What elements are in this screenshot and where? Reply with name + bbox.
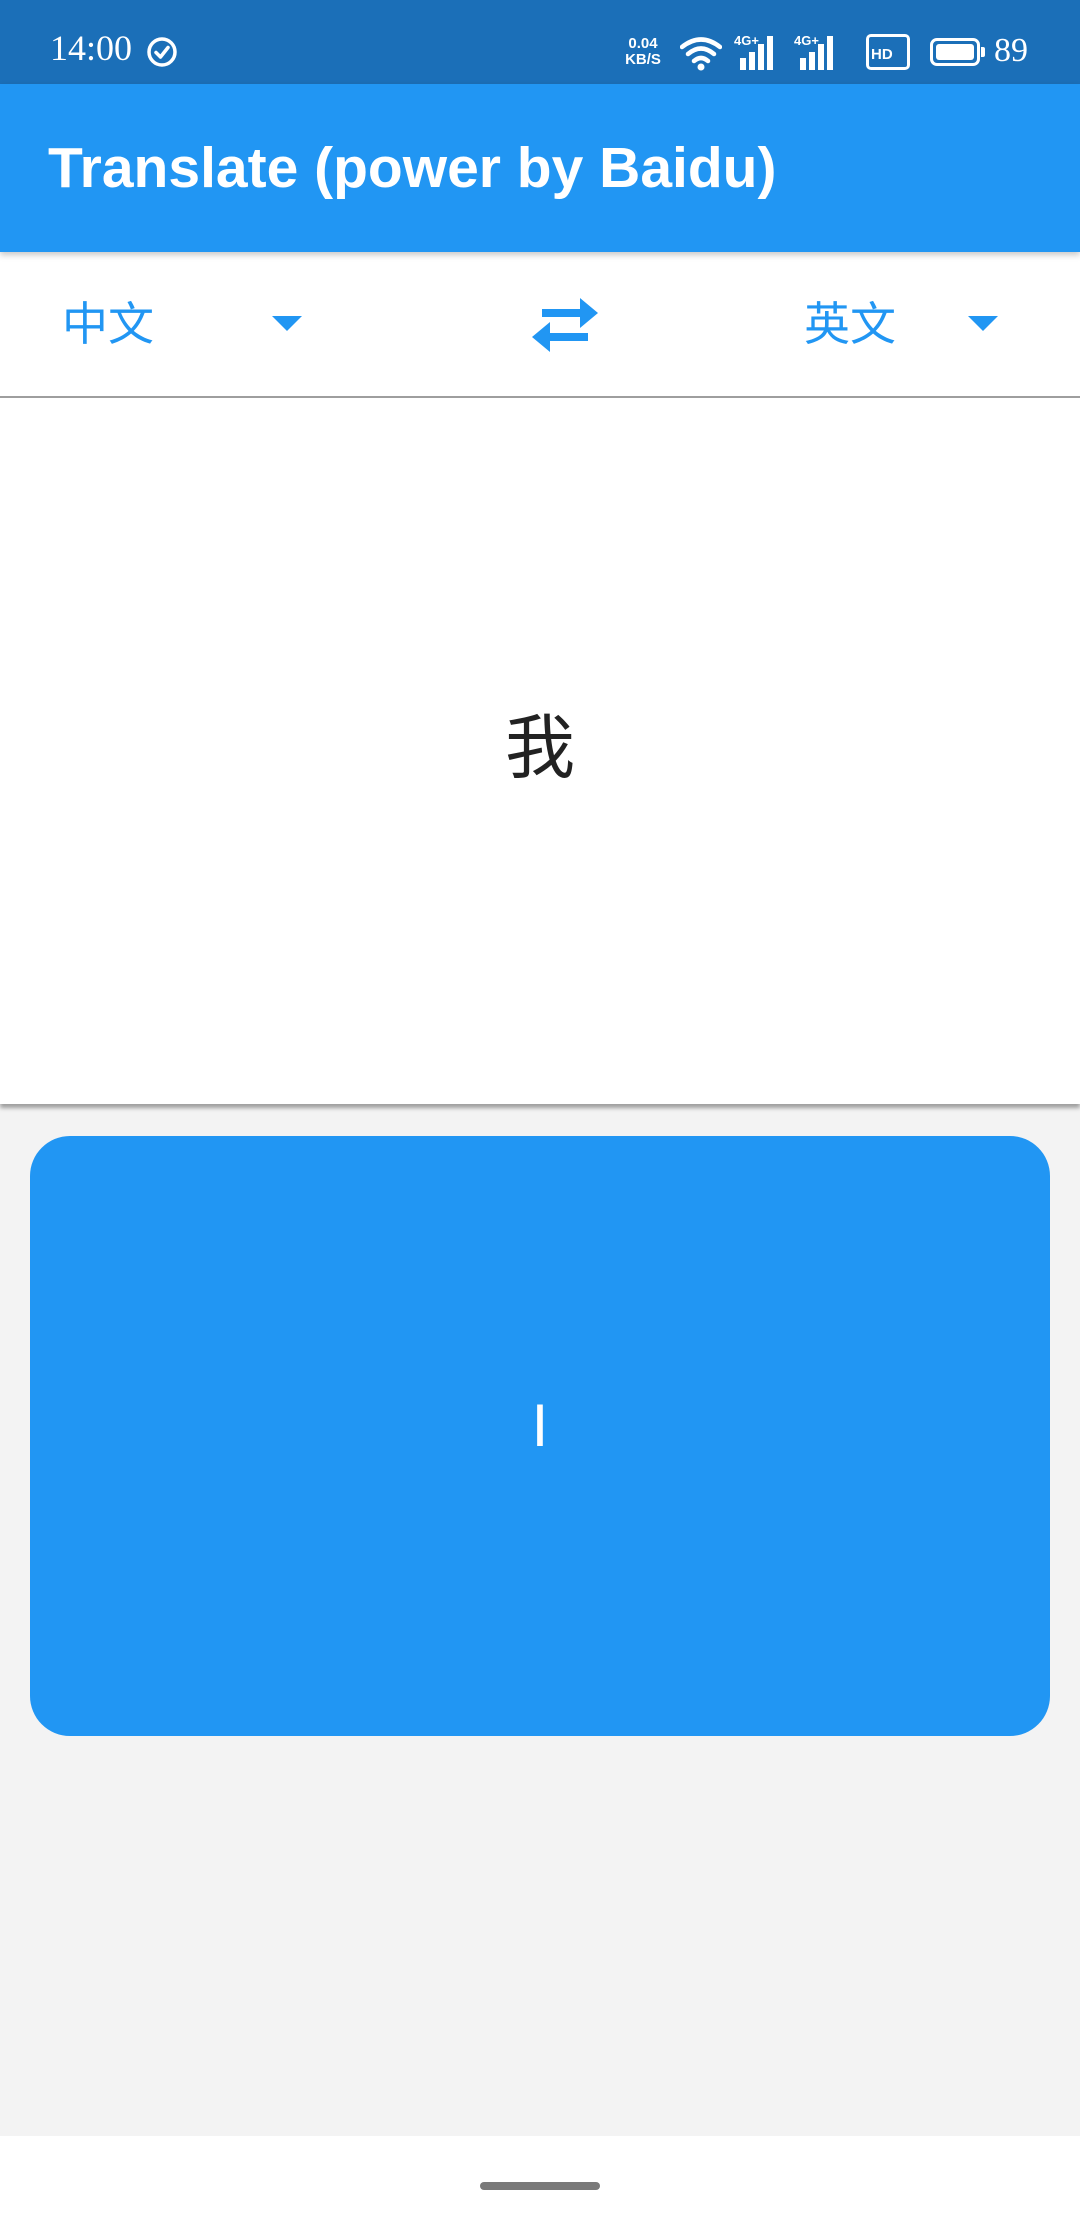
battery-level: 89: [994, 32, 1028, 69]
signal-icon: 4G+: [734, 30, 782, 72]
network-speed-value: 0.04: [628, 35, 658, 52]
translation-result-card: I: [30, 1136, 1050, 1736]
battery-icon: [930, 38, 986, 66]
swap-languages-button[interactable]: [520, 290, 610, 360]
page-title: Translate (power by Baidu): [48, 136, 777, 200]
check-circle-icon: [147, 37, 177, 67]
source-language-dropdown[interactable]: 中文: [62, 294, 312, 354]
target-language-dropdown[interactable]: 英文: [804, 294, 1004, 354]
source-language-label: 中文: [62, 297, 154, 351]
wifi-icon: [680, 37, 722, 71]
status-time: 14:00: [50, 28, 133, 68]
hd-icon: HD: [866, 34, 910, 70]
language-selector-row: 中文 英文: [0, 252, 1080, 398]
arrow-drop-down-icon: [272, 316, 302, 331]
network-speed: 0.04 KB/S: [618, 36, 668, 68]
home-indicator[interactable]: [480, 2182, 600, 2190]
swap-arrows-icon: [532, 298, 598, 352]
source-text: 我: [505, 707, 575, 789]
gesture-navigation-bar: [0, 2136, 1080, 2232]
arrow-drop-down-icon: [968, 316, 998, 331]
target-language-label: 英文: [804, 297, 896, 351]
status-bar: 14:00 0.04 KB/S 4G+ 4G+ HD 89: [0, 0, 1080, 84]
hd-label: HD: [871, 46, 893, 63]
app-bar: Translate (power by Baidu): [0, 84, 1080, 252]
source-text-input[interactable]: 我: [0, 398, 1080, 1104]
network-speed-unit: KB/S: [625, 51, 661, 68]
translation-result-text: I: [531, 1392, 549, 1459]
signal-icon: 4G+: [794, 30, 842, 72]
